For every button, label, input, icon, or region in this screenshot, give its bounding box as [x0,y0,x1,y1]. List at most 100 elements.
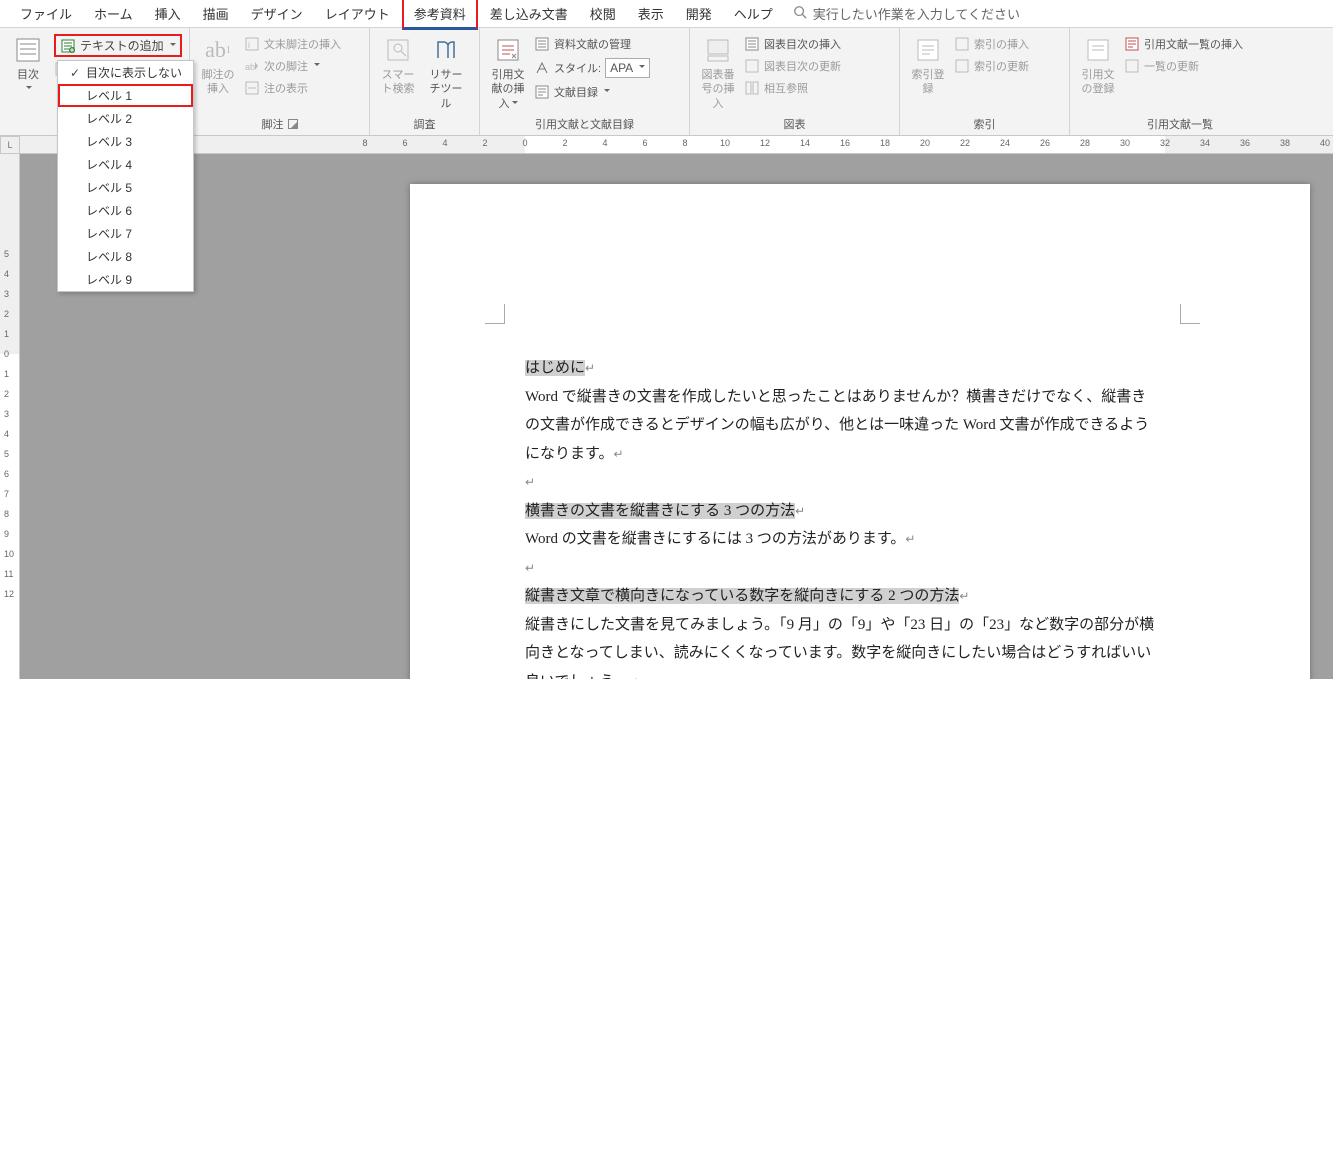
svg-text:i: i [248,40,250,50]
tab-mailings[interactable]: 差し込み文書 [480,0,578,27]
dropdown-item-level-8[interactable]: レベル 8 [58,245,193,268]
footnotes-launcher[interactable] [288,119,298,129]
tab-help[interactable]: ヘルプ [724,0,783,27]
insert-toa-icon [1124,36,1140,52]
insert-caption-button[interactable]: 図表番号の挿入 [696,32,740,113]
toc-button[interactable]: 目次 [6,32,50,99]
update-table-figures-icon [744,58,760,74]
dropdown-item-level-7[interactable]: レベル 7 [58,222,193,245]
tab-design[interactable]: デザイン [241,0,313,27]
tab-view[interactable]: 表示 [628,0,674,27]
tell-me-search[interactable]: 実行したい作業を入力してください [793,4,1020,23]
manage-sources-icon [534,36,550,52]
horizontal-ruler[interactable]: 8642024681012141618202224262830323436384… [20,136,1333,154]
update-table-figures-button[interactable]: 図表目次の更新 [744,56,841,76]
tab-home[interactable]: ホーム [84,0,143,27]
update-toa-button[interactable]: 一覧の更新 [1124,56,1243,76]
paragraph[interactable]: はじめに↵ [525,354,1160,383]
crop-mark [1180,304,1200,324]
insert-caption-label: 図表番号の挿入 [698,68,738,111]
smart-lookup-icon [382,34,414,66]
dropdown-level-8-label: レベル 8 [86,248,187,265]
add-text-label: テキストの追加 [80,37,164,54]
update-index-button[interactable]: 索引の更新 [954,56,1029,76]
research-tool-label: リサーチツール [426,68,466,111]
dropdown-item-level-3[interactable]: レベル 3 [58,130,193,153]
dropdown-item-no-show[interactable]: ✓ 目次に表示しない [58,61,193,84]
dropdown-level-2-label: レベル 2 [86,110,187,127]
style-icon [534,60,550,76]
smart-lookup-button[interactable]: スマート検索 [376,32,420,99]
insert-toa-label: 引用文献一覧の挿入 [1144,36,1243,52]
document-area[interactable]: はじめに↵Word で縦書きの文書を作成したいと思ったことはありませんか？横書き… [20,154,1333,679]
dropdown-item-level-2[interactable]: レベル 2 [58,107,193,130]
insert-index-button[interactable]: 索引の挿入 [954,34,1029,54]
toa-group-label: 引用文献一覧 [1147,116,1213,132]
vertical-ruler[interactable]: 543210123456789101112 [0,154,20,679]
chevron-down-icon [639,65,645,71]
dropdown-item-level-9[interactable]: レベル 9 [58,268,193,291]
insert-citation-button[interactable]: 引用文献の挿入 [486,32,530,113]
show-notes-button[interactable]: 注の表示 [244,78,341,98]
paragraph[interactable]: Word で縦書きの文書を作成したいと思ったことはありませんか？横書きだけでなく… [525,383,1160,469]
next-footnote-button[interactable]: ab 次の脚注 [244,56,341,76]
tab-layout[interactable]: レイアウト [315,0,400,27]
insert-table-figures-label: 図表目次の挿入 [764,36,841,52]
mark-index-label: 索引登録 [908,68,948,97]
tell-me-placeholder: 実行したい作業を入力してください [813,4,1020,23]
insert-table-figures-button[interactable]: 図表目次の挿入 [744,34,841,54]
paragraph[interactable]: ↵ [525,554,1160,583]
citations-group-label: 引用文献と文献目録 [535,116,634,132]
tab-references[interactable]: 参考資料 [402,0,478,30]
update-index-icon [954,58,970,74]
tab-developer[interactable]: 開発 [676,0,722,27]
insert-toa-button[interactable]: 引用文献一覧の挿入 [1124,34,1243,54]
tab-review[interactable]: 校閲 [580,0,626,27]
chevron-down-icon [170,43,176,49]
mark-citation-button[interactable]: 引用文の登録 [1076,32,1120,99]
mark-index-icon [912,34,944,66]
tab-insert[interactable]: 挿入 [145,0,191,27]
footnotes-group-label: 脚注 [262,116,284,132]
insert-endnote-button[interactable]: i 文末脚注の挿入 [244,34,341,54]
next-footnote-icon: ab [244,58,260,74]
dropdown-item-level-4[interactable]: レベル 4 [58,153,193,176]
paragraph[interactable]: 横書きの文書を縦書きにする 3 つの方法↵ [525,497,1160,526]
update-table-figures-label: 図表目次の更新 [764,58,841,74]
dropdown-item-level-5[interactable]: レベル 5 [58,176,193,199]
dropdown-item-level-6[interactable]: レベル 6 [58,199,193,222]
paragraph[interactable]: ↵ [525,468,1160,497]
dropdown-level-1-label: レベル 1 [86,87,187,104]
tab-draw[interactable]: 描画 [193,0,239,27]
tab-file[interactable]: ファイル [10,0,82,27]
chevron-down-icon [604,89,610,95]
cross-reference-button[interactable]: 相互参照 [744,78,841,98]
insert-footnote-button[interactable]: ab1 脚注の挿入 [196,32,240,99]
insert-index-label: 索引の挿入 [974,36,1029,52]
check-icon: ✓ [64,66,86,80]
paragraph[interactable]: 縦書きにした文書を見てみましょう。「9 月」の「9」や「23 日」の「23」など… [525,611,1160,680]
page[interactable]: はじめに↵Word で縦書きの文書を作成したいと思ったことはありませんか？横書き… [410,184,1310,679]
paragraph[interactable]: Word の文書を縦書きにするには 3 つの方法があります。↵ [525,525,1160,554]
add-text-button[interactable]: テキストの追加 [54,34,182,57]
add-text-dropdown: ✓ 目次に表示しない レベル 1 レベル 2 レベル 3 レベル 4 レベル 5… [57,60,194,292]
page-content[interactable]: はじめに↵Word で縦書きの文書を作成したいと思ったことはありませんか？横書き… [525,354,1160,679]
citation-style-select[interactable]: APA [605,58,650,78]
citation-style-row: スタイル: APA [534,56,650,80]
toc-icon [12,34,44,66]
research-tool-button[interactable]: リサーチツール [424,32,468,113]
citation-style-value: APA [610,61,633,75]
svg-text:ab: ab [245,62,255,72]
smart-lookup-label: スマート検索 [378,68,418,97]
bibliography-label: 文献目録 [554,84,598,100]
mark-index-entry-button[interactable]: 索引登録 [906,32,950,99]
show-notes-icon [244,80,260,96]
chevron-down-icon [26,86,32,92]
ribbon: 目次 テキストの追加 目次の更新 [0,28,1333,136]
chevron-down-icon [314,63,320,69]
manage-sources-button[interactable]: 資料文献の管理 [534,34,650,54]
ruler-corner[interactable]: L [0,136,20,154]
dropdown-item-level-1[interactable]: レベル 1 [58,84,193,107]
paragraph[interactable]: 縦書き文章で横向きになっている数字を縦向きにする 2 つの方法↵ [525,582,1160,611]
bibliography-button[interactable]: 文献目録 [534,82,650,102]
